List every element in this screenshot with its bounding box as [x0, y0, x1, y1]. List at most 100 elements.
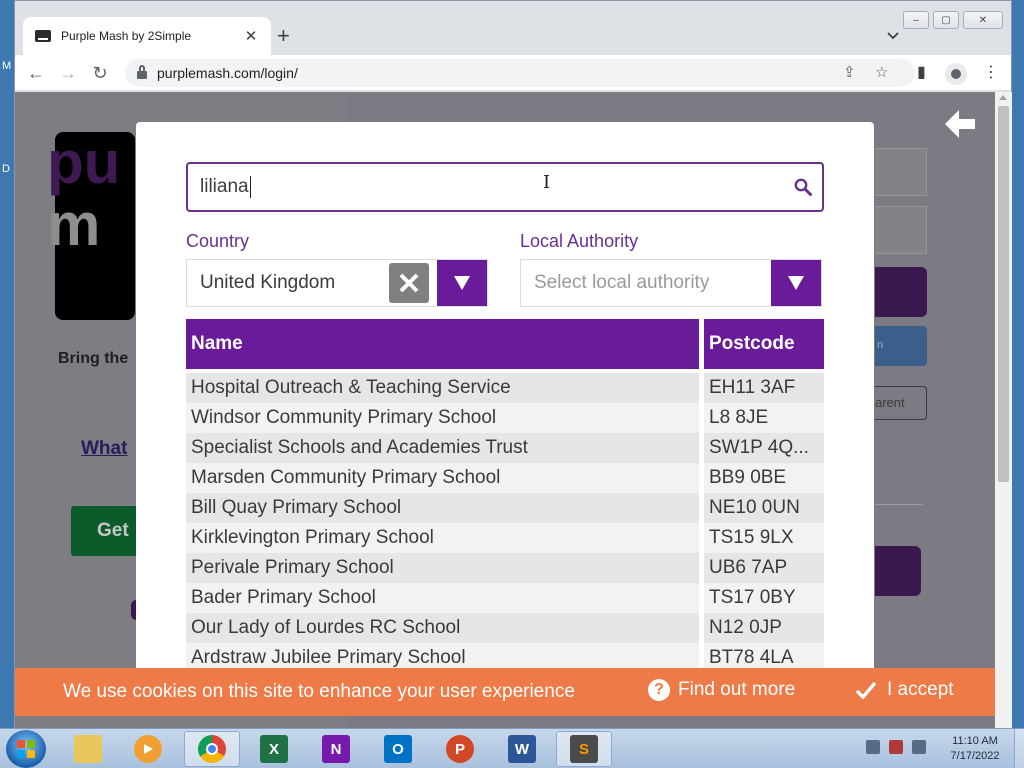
school-name: Hospital Outreach & Teaching Service: [186, 373, 699, 403]
table-row[interactable]: Marsden Community Primary School BB9 0BE: [186, 463, 824, 493]
page-scrollbar[interactable]: [995, 92, 1012, 729]
back-icon[interactable]: ←: [25, 62, 47, 84]
network-icon[interactable]: [866, 740, 880, 754]
postcode-column-header[interactable]: Postcode: [704, 319, 824, 369]
taskbar-powerpoint[interactable]: P: [432, 731, 488, 767]
volume-icon[interactable]: [912, 740, 926, 754]
forward-icon[interactable]: →: [57, 62, 79, 84]
question-circle-icon: ?: [648, 679, 670, 701]
background-username-field: [875, 148, 927, 196]
local-authority-select[interactable]: Select local authority: [520, 259, 822, 307]
browser-menu-icon[interactable]: ⋮: [983, 63, 999, 83]
local-authority-placeholder[interactable]: Select local authority: [521, 272, 771, 294]
text-caret: [249, 176, 251, 198]
action-center-flag-icon[interactable]: [889, 740, 903, 754]
name-column-header[interactable]: Name: [186, 319, 699, 369]
scrollbar-thumb[interactable]: [998, 106, 1009, 482]
tab-close-icon[interactable]: ✕: [243, 27, 259, 45]
powerpoint-icon: P: [446, 735, 474, 763]
taskbar-excel[interactable]: X: [246, 731, 302, 767]
logo-text-line2: m: [47, 191, 101, 258]
window-controls: ‒ ▢ ✕: [903, 11, 1003, 29]
start-button[interactable]: [6, 730, 46, 768]
find-out-more-link[interactable]: ? Find out more: [648, 679, 795, 701]
find-out-more-label: Find out more: [678, 679, 796, 700]
desktop-icon-label: D: [2, 163, 10, 175]
desktop-right-edge: [1012, 0, 1024, 728]
table-row[interactable]: Hospital Outreach & Teaching Service EH11…: [186, 373, 824, 403]
taskbar-word[interactable]: W: [494, 731, 550, 767]
page-viewport: pu m Bring the What Get n arent liliana …: [15, 92, 995, 729]
maximize-button[interactable]: ▢: [933, 11, 959, 29]
country-label: Country: [186, 231, 250, 251]
new-tab-button[interactable]: +: [277, 25, 290, 47]
url-text[interactable]: purplemash.com/login/: [157, 65, 298, 81]
chrome-icon: [198, 735, 226, 763]
cookie-consent-bar: We use cookies on this site to enhance y…: [15, 668, 995, 716]
country-dropdown-button[interactable]: [437, 260, 487, 306]
school-postcode: L8 8JE: [704, 403, 824, 433]
lock-icon: [137, 65, 147, 79]
system-clock[interactable]: 11:10 AM 7/17/2022: [944, 734, 1006, 764]
reload-icon[interactable]: ↻: [89, 62, 111, 84]
school-postcode: TS17 0BY: [704, 583, 824, 613]
table-row[interactable]: Our Lady of Lourdes RC School N12 0JP: [186, 613, 824, 643]
school-name: Bader Primary School: [186, 583, 699, 613]
school-name: Marsden Community Primary School: [186, 463, 699, 493]
tab-search-chevron-icon[interactable]: [887, 29, 899, 43]
taskbar-file-explorer[interactable]: [60, 731, 116, 767]
table-row[interactable]: Perivale Primary School UB6 7AP: [186, 553, 824, 583]
local-authority-dropdown-button[interactable]: [771, 260, 821, 306]
window-close-button[interactable]: ✕: [963, 11, 1003, 29]
background-what-link: What: [81, 438, 128, 459]
cookie-message: We use cookies on this site to enhance y…: [63, 681, 575, 702]
school-search-input[interactable]: liliana I: [186, 162, 824, 212]
show-desktop-button[interactable]: [1014, 729, 1024, 768]
profile-avatar-icon[interactable]: [945, 63, 967, 85]
school-postcode: N12 0JP: [704, 613, 824, 643]
windows-taskbar: X N O P W S 11:10 AM 7/17/2022: [0, 728, 1024, 768]
side-panel-icon[interactable]: ▮: [917, 63, 926, 83]
school-search-modal: liliana I Country United Kingdom Local A…: [136, 122, 874, 682]
taskbar-chrome[interactable]: [184, 731, 240, 767]
minimize-button[interactable]: ‒: [903, 11, 929, 29]
table-row[interactable]: Bill Quay Primary School NE10 0UN: [186, 493, 824, 523]
search-icon[interactable]: [794, 178, 812, 196]
system-tray: [866, 740, 926, 754]
school-postcode: SW1P 4Q...: [704, 433, 824, 463]
accept-cookies-button[interactable]: I accept: [855, 679, 954, 701]
school-name: Our Lady of Lourdes RC School: [186, 613, 699, 643]
school-postcode: UB6 7AP: [704, 553, 824, 583]
desktop-icon-label: M: [2, 60, 12, 72]
school-name: Specialist Schools and Academies Trust: [186, 433, 699, 463]
table-row[interactable]: Bader Primary School TS17 0BY: [186, 583, 824, 613]
taskbar-onenote[interactable]: N: [308, 731, 364, 767]
school-name: Windsor Community Primary School: [186, 403, 699, 433]
bookmark-star-icon[interactable]: ☆: [875, 59, 888, 87]
browser-window: Purple Mash by 2Simple ✕ + ‒ ▢ ✕ ← → ↻ p…: [14, 0, 1012, 729]
browser-tab[interactable]: Purple Mash by 2Simple ✕: [23, 17, 271, 55]
table-row[interactable]: Kirklevington Primary School TS15 9LX: [186, 523, 824, 553]
clear-country-button[interactable]: [389, 263, 429, 303]
scroll-up-arrow-icon[interactable]: [999, 95, 1007, 100]
onenote-icon: N: [322, 735, 350, 763]
table-body: Hospital Outreach & Teaching Service EH11…: [186, 373, 824, 673]
country-value[interactable]: United Kingdom: [187, 272, 389, 294]
background-password-field: [875, 206, 927, 254]
school-results-table: Name Postcode Hospital Outreach & Teachi…: [186, 319, 824, 673]
school-name: Bill Quay Primary School: [186, 493, 699, 523]
taskbar-media-player[interactable]: [120, 731, 176, 767]
country-select[interactable]: United Kingdom: [186, 259, 488, 307]
address-bar[interactable]: purplemash.com/login/ ⇪ ☆: [125, 59, 915, 87]
share-icon[interactable]: ⇪: [843, 59, 856, 87]
close-icon: [399, 273, 419, 293]
back-arrow-icon[interactable]: [939, 104, 979, 144]
table-row[interactable]: Specialist Schools and Academies Trust SW…: [186, 433, 824, 463]
school-postcode: NE10 0UN: [704, 493, 824, 523]
search-input-value[interactable]: liliana: [200, 176, 249, 198]
browser-toolbar: ← → ↻ purplemash.com/login/ ⇪ ☆ ▮ ⋮: [15, 55, 1011, 91]
background-parent-button: arent: [875, 386, 927, 420]
taskbar-sublime-text[interactable]: S: [556, 731, 612, 767]
taskbar-outlook[interactable]: O: [370, 731, 426, 767]
table-row[interactable]: Windsor Community Primary School L8 8JE: [186, 403, 824, 433]
